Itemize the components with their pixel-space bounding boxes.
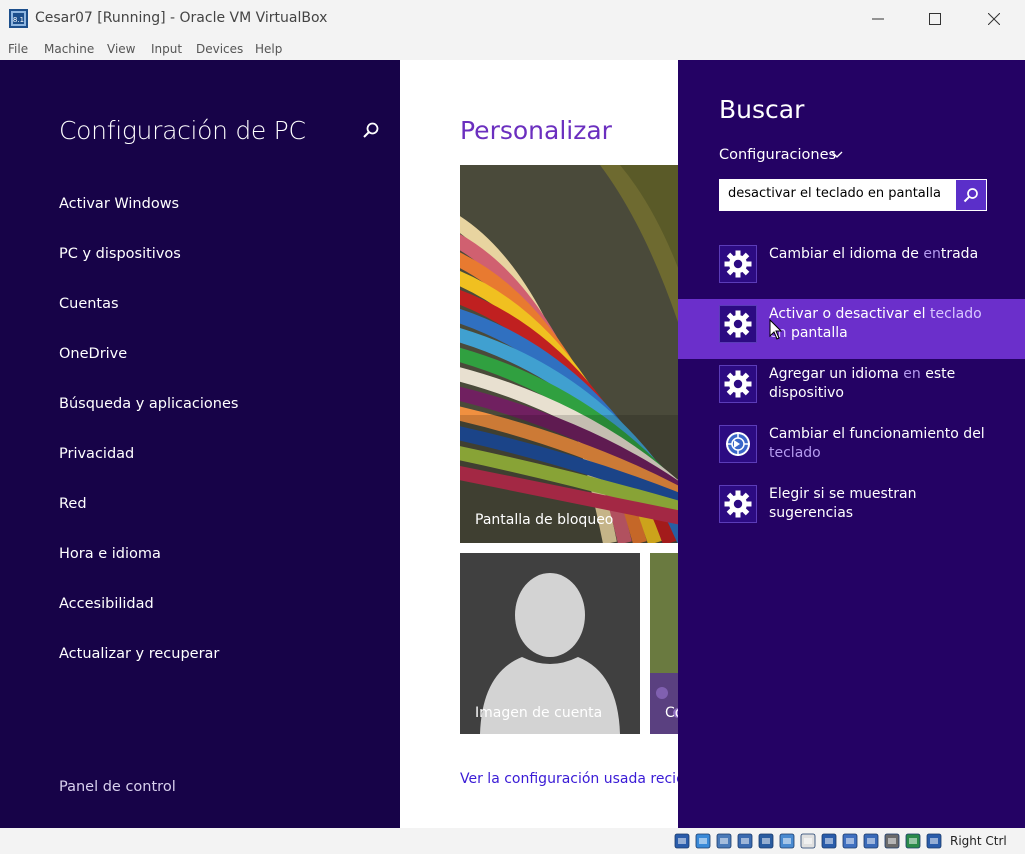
nav-actualizar-recuperar[interactable]: Actualizar y recuperar xyxy=(59,646,219,662)
nav-cuentas[interactable]: Cuentas xyxy=(59,296,119,312)
nav-onedrive[interactable]: OneDrive xyxy=(59,346,127,362)
settings-title: Configuración de PC xyxy=(59,116,306,145)
optical-drive-icon[interactable] xyxy=(694,832,712,850)
search-icon xyxy=(963,188,978,203)
floppy-icon[interactable] xyxy=(715,832,733,850)
search-result-label: Elegir si se muestran sugerencias xyxy=(769,486,917,521)
nav-busqueda-aplicaciones[interactable]: Búsqueda y aplicaciones xyxy=(59,396,238,412)
network-icon[interactable] xyxy=(757,832,775,850)
nav-red[interactable]: Red xyxy=(59,496,87,512)
search-charm: Buscar Configuraciones Cambiar el idioma… xyxy=(678,60,1025,828)
search-input[interactable] xyxy=(728,186,948,201)
menu-input[interactable]: Input xyxy=(151,42,182,56)
ease-of-access-icon xyxy=(719,425,757,463)
lock-screen-label: Pantalla de bloqueo xyxy=(475,512,614,528)
nav-accesibilidad[interactable]: Accesibilidad xyxy=(59,596,154,612)
mouse-cursor-icon xyxy=(769,319,783,340)
settings-sidebar: Configuración de PC Activar Windows PC y… xyxy=(0,60,400,828)
search-result[interactable]: Elegir si se muestran sugerencias xyxy=(678,479,1025,539)
maximize-button[interactable] xyxy=(906,4,964,34)
close-button[interactable] xyxy=(965,4,1023,34)
vm-display[interactable]: Configuración de PC Activar Windows PC y… xyxy=(0,60,1025,828)
status-bar: Right Ctrl xyxy=(0,828,1025,854)
search-go-button[interactable] xyxy=(955,179,987,211)
third-tile[interactable]: Co xyxy=(650,553,678,734)
search-result-label: Agregar un idioma en este dispositivo xyxy=(769,366,956,401)
account-picture-tile[interactable]: Imagen de cuenta xyxy=(460,553,640,734)
nav-privacidad[interactable]: Privacidad xyxy=(59,446,134,462)
search-result[interactable]: Activar o desactivar el teclado en panta… xyxy=(678,299,1025,359)
download-icon[interactable] xyxy=(925,832,943,850)
keyboard-capture-icon[interactable] xyxy=(904,832,922,850)
window-title: Cesar07 [Running] - Oracle VM VirtualBox xyxy=(35,10,328,26)
nav-activar-windows[interactable]: Activar Windows xyxy=(59,196,179,212)
search-result-label: Cambiar el idioma de entrada xyxy=(769,246,979,262)
search-icon[interactable] xyxy=(362,121,380,139)
account-picture-label: Imagen de cuenta xyxy=(475,705,603,721)
shared-folder-icon[interactable] xyxy=(799,832,817,850)
minimize-icon xyxy=(872,18,884,20)
chevron-down-icon[interactable] xyxy=(831,151,843,159)
menu-file[interactable]: File xyxy=(8,42,28,56)
menu-bar: File Machine View Input Devices Help xyxy=(0,38,1025,60)
menu-view[interactable]: View xyxy=(107,42,135,56)
svg-text:8.1: 8.1 xyxy=(13,16,24,24)
gear-icon xyxy=(719,485,757,523)
minimize-button[interactable] xyxy=(849,4,907,34)
personalize-pane: Personalizar Pantalla de bloqueo Imagen … xyxy=(400,60,678,828)
search-title: Buscar xyxy=(719,95,805,124)
hard-disk-icon[interactable] xyxy=(673,832,691,850)
nav-hora-idioma[interactable]: Hora e idioma xyxy=(59,546,161,562)
recording-icon[interactable] xyxy=(841,832,859,850)
host-key-label: Right Ctrl xyxy=(950,834,1007,848)
search-box[interactable] xyxy=(719,179,956,211)
search-result-label: Activar o desactivar el teclado en panta… xyxy=(769,306,982,341)
mouse-integration-icon[interactable] xyxy=(862,832,880,850)
recent-settings-link[interactable]: Ver la configuración usada recient xyxy=(460,771,678,787)
search-scope-dropdown[interactable]: Configuraciones xyxy=(719,147,836,163)
search-result[interactable]: Agregar un idioma en este dispositivo xyxy=(678,359,1025,419)
cpu-icon[interactable] xyxy=(883,832,901,850)
menu-help[interactable]: Help xyxy=(255,42,282,56)
lock-screen-image xyxy=(460,165,678,543)
menu-machine[interactable]: Machine xyxy=(44,42,94,56)
title-bar: 8.1 Cesar07 [Running] - Oracle VM Virtua… xyxy=(0,0,1025,38)
search-result[interactable]: Cambiar el funcionamiento del teclado xyxy=(678,419,1025,479)
gear-icon xyxy=(719,365,757,403)
control-panel-link[interactable]: Panel de control xyxy=(59,779,176,795)
display-icon[interactable] xyxy=(820,832,838,850)
menu-devices[interactable]: Devices xyxy=(196,42,243,56)
search-result[interactable]: Cambiar el idioma de entrada xyxy=(678,239,1025,299)
virtualbox-icon: 8.1 xyxy=(9,9,28,28)
lock-screen-tile[interactable]: Pantalla de bloqueo xyxy=(460,165,678,543)
personalize-title: Personalizar xyxy=(460,116,612,145)
third-tile-label: Co xyxy=(665,705,678,721)
search-result-label: Cambiar el funcionamiento del teclado xyxy=(769,426,985,461)
nav-pc-dispositivos[interactable]: PC y dispositivos xyxy=(59,246,181,262)
usb-icon[interactable] xyxy=(778,832,796,850)
close-icon xyxy=(988,13,1000,25)
maximize-icon xyxy=(929,13,941,25)
gear-icon xyxy=(719,245,757,283)
audio-icon[interactable] xyxy=(736,832,754,850)
gear-icon xyxy=(719,305,757,343)
